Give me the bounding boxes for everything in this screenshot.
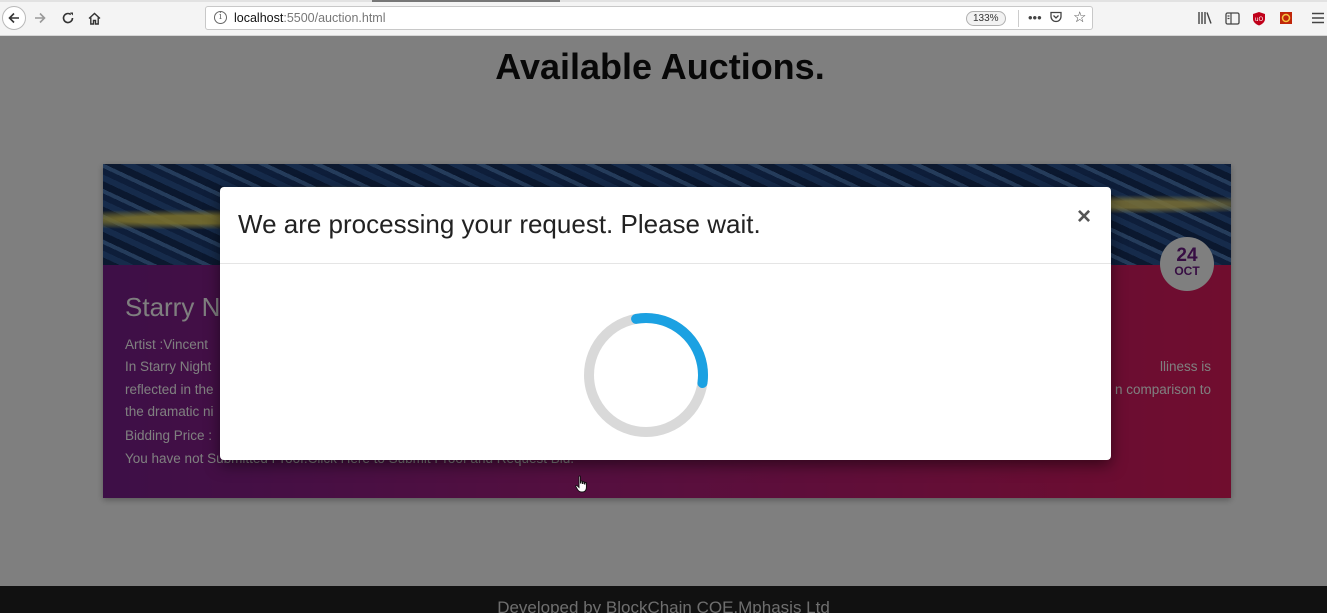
browser-toolbar: i localhost:5500/auction.html 133% ••• ☆…: [0, 0, 1327, 36]
forward-button[interactable]: [28, 6, 52, 30]
modal-header: We are processing your request. Please w…: [220, 187, 1111, 264]
url-bar-divider: [1018, 10, 1019, 27]
extension-icon[interactable]: [1278, 10, 1294, 26]
forward-arrow-icon: [35, 12, 46, 24]
bookmark-star-icon[interactable]: ☆: [1073, 8, 1086, 26]
active-tab-indicator[interactable]: [372, 0, 560, 2]
modal-title: We are processing your request. Please w…: [238, 209, 761, 239]
home-icon: [88, 12, 100, 25]
spinner-arc: [584, 313, 708, 437]
url-bar[interactable]: i localhost:5500/auction.html 133% ••• ☆: [205, 6, 1093, 30]
ublock-icon[interactable]: uO: [1251, 10, 1267, 26]
back-arrow-icon: [8, 12, 19, 24]
tab-strip: [0, 0, 1327, 2]
reload-button[interactable]: [56, 6, 80, 30]
url-text[interactable]: localhost:5500/auction.html: [234, 11, 386, 25]
home-button[interactable]: [82, 6, 106, 30]
processing-modal: We are processing your request. Please w…: [220, 187, 1111, 460]
url-host: localhost: [234, 11, 284, 25]
close-icon[interactable]: ×: [1074, 205, 1094, 229]
zoom-level-badge[interactable]: 133%: [966, 11, 1006, 26]
reload-icon: [62, 12, 74, 24]
info-icon[interactable]: i: [214, 11, 227, 24]
page-actions-icon[interactable]: •••: [1028, 10, 1042, 25]
loading-spinner: [582, 311, 710, 439]
svg-text:uO: uO: [1255, 16, 1264, 23]
url-path: :5500/auction.html: [283, 11, 386, 25]
back-button[interactable]: [2, 6, 26, 30]
hand-cursor-icon: [575, 475, 587, 493]
pocket-icon[interactable]: [1049, 10, 1063, 27]
library-icon[interactable]: [1197, 10, 1213, 26]
sidebar-icon[interactable]: [1224, 10, 1240, 26]
menu-icon[interactable]: [1310, 10, 1326, 26]
